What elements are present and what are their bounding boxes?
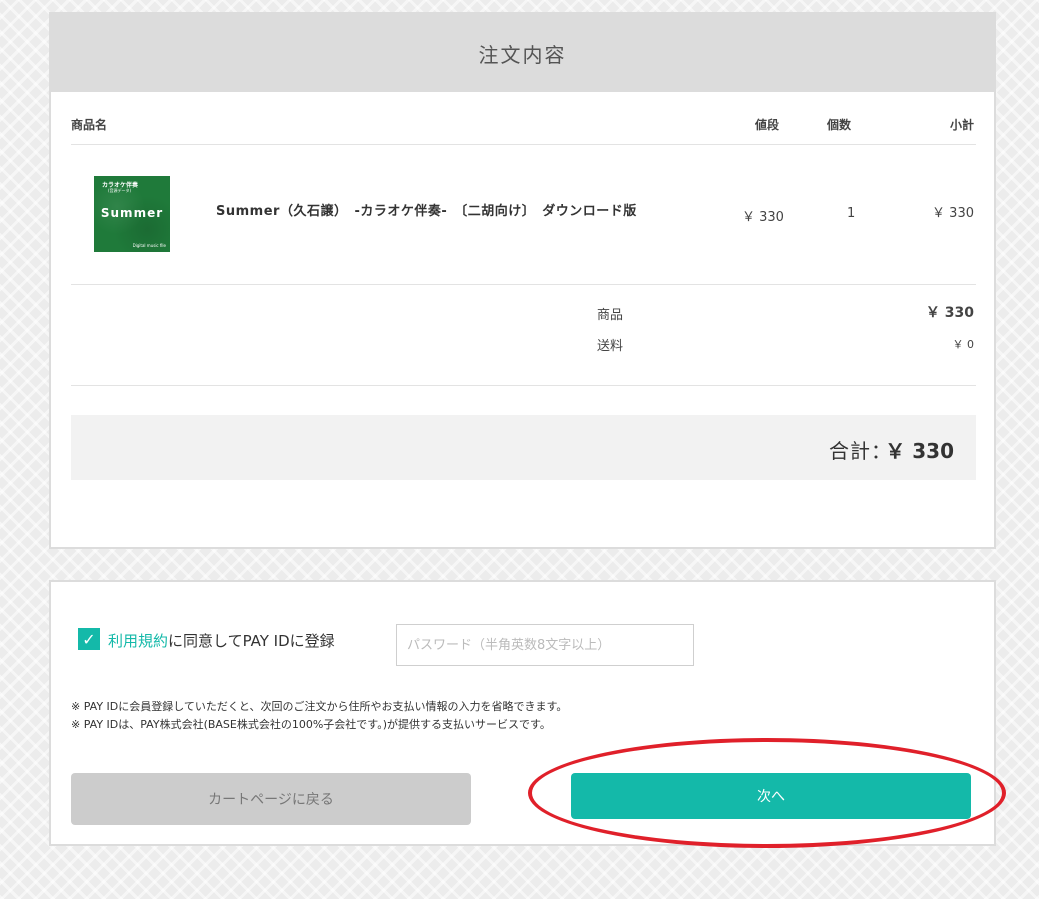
next-button[interactable]: 次へ <box>571 773 971 819</box>
goods-label: 商品 <box>597 308 624 323</box>
terms-link[interactable]: 利用規約 <box>108 632 168 650</box>
column-price: 値段 <box>755 118 780 132</box>
order-title: 注文内容 <box>51 14 994 92</box>
column-name: 商品名 <box>71 118 108 132</box>
agree-label: 利用規約に同意してPAY IDに登録 <box>108 630 335 651</box>
table-row: カラオケ伴奏 (音源データ) Summer Digital music file… <box>71 144 976 285</box>
agree-checkbox[interactable]: ✓ <box>78 628 100 650</box>
pay-id-panel: ✓ 利用規約に同意してPAY IDに登録 ※ PAY IDに会員登録していただく… <box>49 580 996 846</box>
note-line-2: ※ PAY IDは、PAY株式会社(BASE株式会社の100%子会社です。)が提… <box>71 718 551 731</box>
password-input[interactable] <box>396 624 694 666</box>
thumbnail-title: Summer <box>100 206 164 220</box>
order-summary-panel: 注文内容 商品名 値段 個数 小計 カラオケ伴奏 (音源データ) Summer … <box>49 12 996 549</box>
total-value: ￥ 330 <box>885 439 954 463</box>
total-label: 合計： <box>829 439 892 463</box>
shipping-value: ￥ 0 <box>952 338 975 351</box>
agree-text: に同意してPAY IDに登録 <box>168 632 335 650</box>
product-subtotal: ￥ 330 <box>932 206 974 221</box>
thumbnail-subcaption: (音源データ) <box>108 188 132 193</box>
product-thumbnail[interactable]: カラオケ伴奏 (音源データ) Summer Digital music file <box>94 176 170 252</box>
product-name[interactable]: Summer（久石譲） -カラオケ伴奏- 〔二胡向け〕 ダウンロード版 <box>216 200 637 219</box>
table-header: 商品名 値段 個数 小計 <box>71 102 976 145</box>
goods-value: ￥ 330 <box>925 305 974 321</box>
product-qty: 1 <box>847 206 856 221</box>
product-price: ￥ 330 <box>742 210 784 225</box>
column-qty: 個数 <box>827 118 852 132</box>
price-breakdown: 商品 ￥ 330 送料 ￥ 0 <box>71 284 976 386</box>
shipping-label: 送料 <box>597 339 624 354</box>
back-to-cart-button[interactable]: カートページに戻る <box>71 773 471 825</box>
thumbnail-footer: Digital music file <box>132 243 166 248</box>
column-subtotal: 小計 <box>949 118 974 132</box>
total-bar: 合計： ￥ 330 <box>71 415 976 480</box>
check-icon: ✓ <box>82 629 96 649</box>
note-line-1: ※ PAY IDに会員登録していただくと、次回のご注文から住所やお支払い情報の入… <box>71 700 568 713</box>
